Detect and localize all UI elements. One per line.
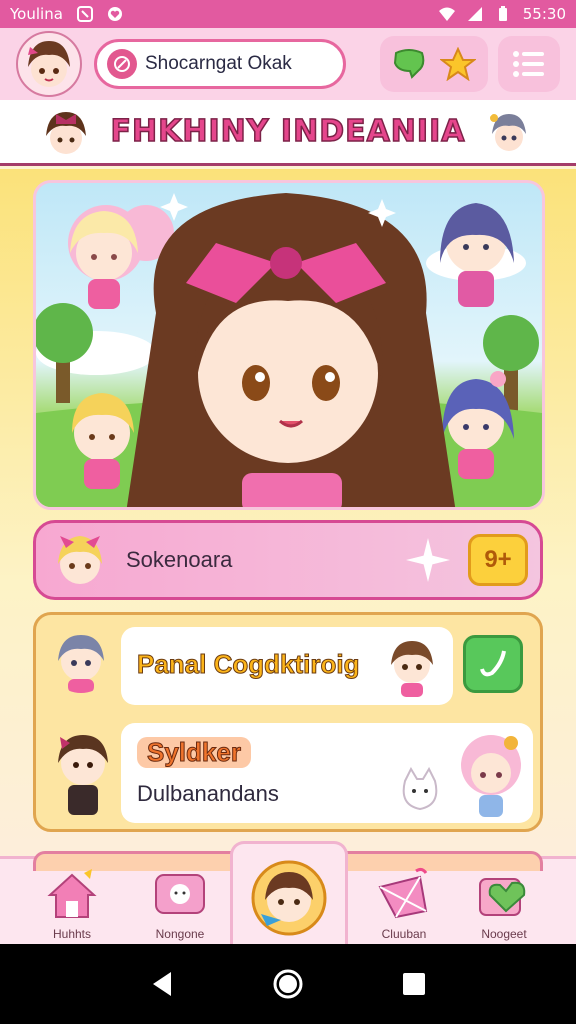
title-avatar-right [484, 108, 534, 158]
top-bar: Shocarngat Okak [0, 28, 576, 100]
row2-subtitle: Dulbanandans [137, 781, 279, 806]
clock: 55:30 [522, 5, 566, 23]
heart-icon [107, 7, 122, 21]
status-bar: Youlina 55:30 [0, 0, 576, 28]
featured-card[interactable]: Sokenoara 9+ [33, 520, 543, 600]
search-text: Shocarngat Okak [145, 53, 292, 74]
tab-home[interactable]: Huhhts [22, 867, 122, 947]
search-icon [107, 49, 137, 79]
row1-character [391, 641, 433, 697]
battery-icon [498, 6, 507, 21]
main-character [126, 193, 456, 507]
system-nav-bar [0, 944, 576, 1024]
bottom-tab-bar: Huhhts Nongone Cluuban Noogeet [0, 841, 576, 951]
chat-icon[interactable] [392, 49, 426, 79]
menu-icon[interactable] [512, 50, 546, 78]
carrier-label: Youlina [10, 5, 63, 23]
list-row-2[interactable]: Syldker Dulbanandans [121, 723, 533, 823]
list-row-1[interactable]: Panal Cogdktiroig [121, 627, 453, 705]
row2-avatar [48, 727, 118, 817]
action-group [380, 36, 488, 92]
chat-bubble-icon [155, 874, 205, 914]
featured-card-label: Sokenoara [126, 547, 233, 572]
purple-hair-character [440, 203, 514, 307]
signal-icon [467, 7, 482, 21]
search-bar[interactable]: Shocarngat Okak [94, 39, 346, 89]
notification-badge[interactable]: 9+ [468, 534, 528, 586]
title-bar: FHKHINY INDEANIIA [0, 100, 576, 166]
confirm-button[interactable] [463, 635, 523, 693]
recents-icon[interactable] [401, 971, 427, 997]
tab-favorites-label: Noogeet [481, 927, 527, 941]
home-nav-icon[interactable] [272, 968, 304, 1000]
tab-messages-label: Nongone [155, 927, 205, 941]
menu-box[interactable] [498, 36, 560, 92]
home-icon [47, 869, 97, 918]
star-icon[interactable] [440, 47, 476, 81]
hero-illustration[interactable] [33, 180, 545, 510]
user-avatar[interactable] [16, 31, 82, 97]
tab-explore-label: Cluuban [381, 927, 427, 941]
heart-card-icon [479, 878, 526, 916]
row1-title: Panal Cogdktiroig [136, 649, 360, 680]
row1-avatar [48, 627, 114, 693]
sparkle-icon [406, 538, 450, 582]
tab-favorites[interactable]: Noogeet [454, 867, 554, 947]
center-avatar-icon [251, 860, 327, 935]
tab-messages[interactable]: Nongone [130, 867, 230, 947]
row2-character [461, 735, 521, 817]
wifi-icon [438, 7, 455, 21]
hero-art [36, 193, 542, 507]
tab-center-character[interactable] [230, 841, 348, 951]
notification-icon [76, 6, 93, 22]
cat-icon [402, 767, 438, 811]
row2-title: Syldker [137, 737, 251, 768]
kite-icon [378, 867, 428, 919]
tab-home-label: Huhhts [52, 927, 92, 941]
check-icon [480, 650, 506, 677]
title-avatar-left [38, 106, 94, 162]
back-icon[interactable] [149, 970, 175, 998]
card-avatar [48, 528, 112, 592]
page-title: FHKHINY INDEANIIA [110, 113, 466, 150]
tab-explore[interactable]: Cluuban [354, 867, 454, 947]
list-panel: Panal Cogdktiroig Syldker Dulbanandans [33, 612, 543, 832]
